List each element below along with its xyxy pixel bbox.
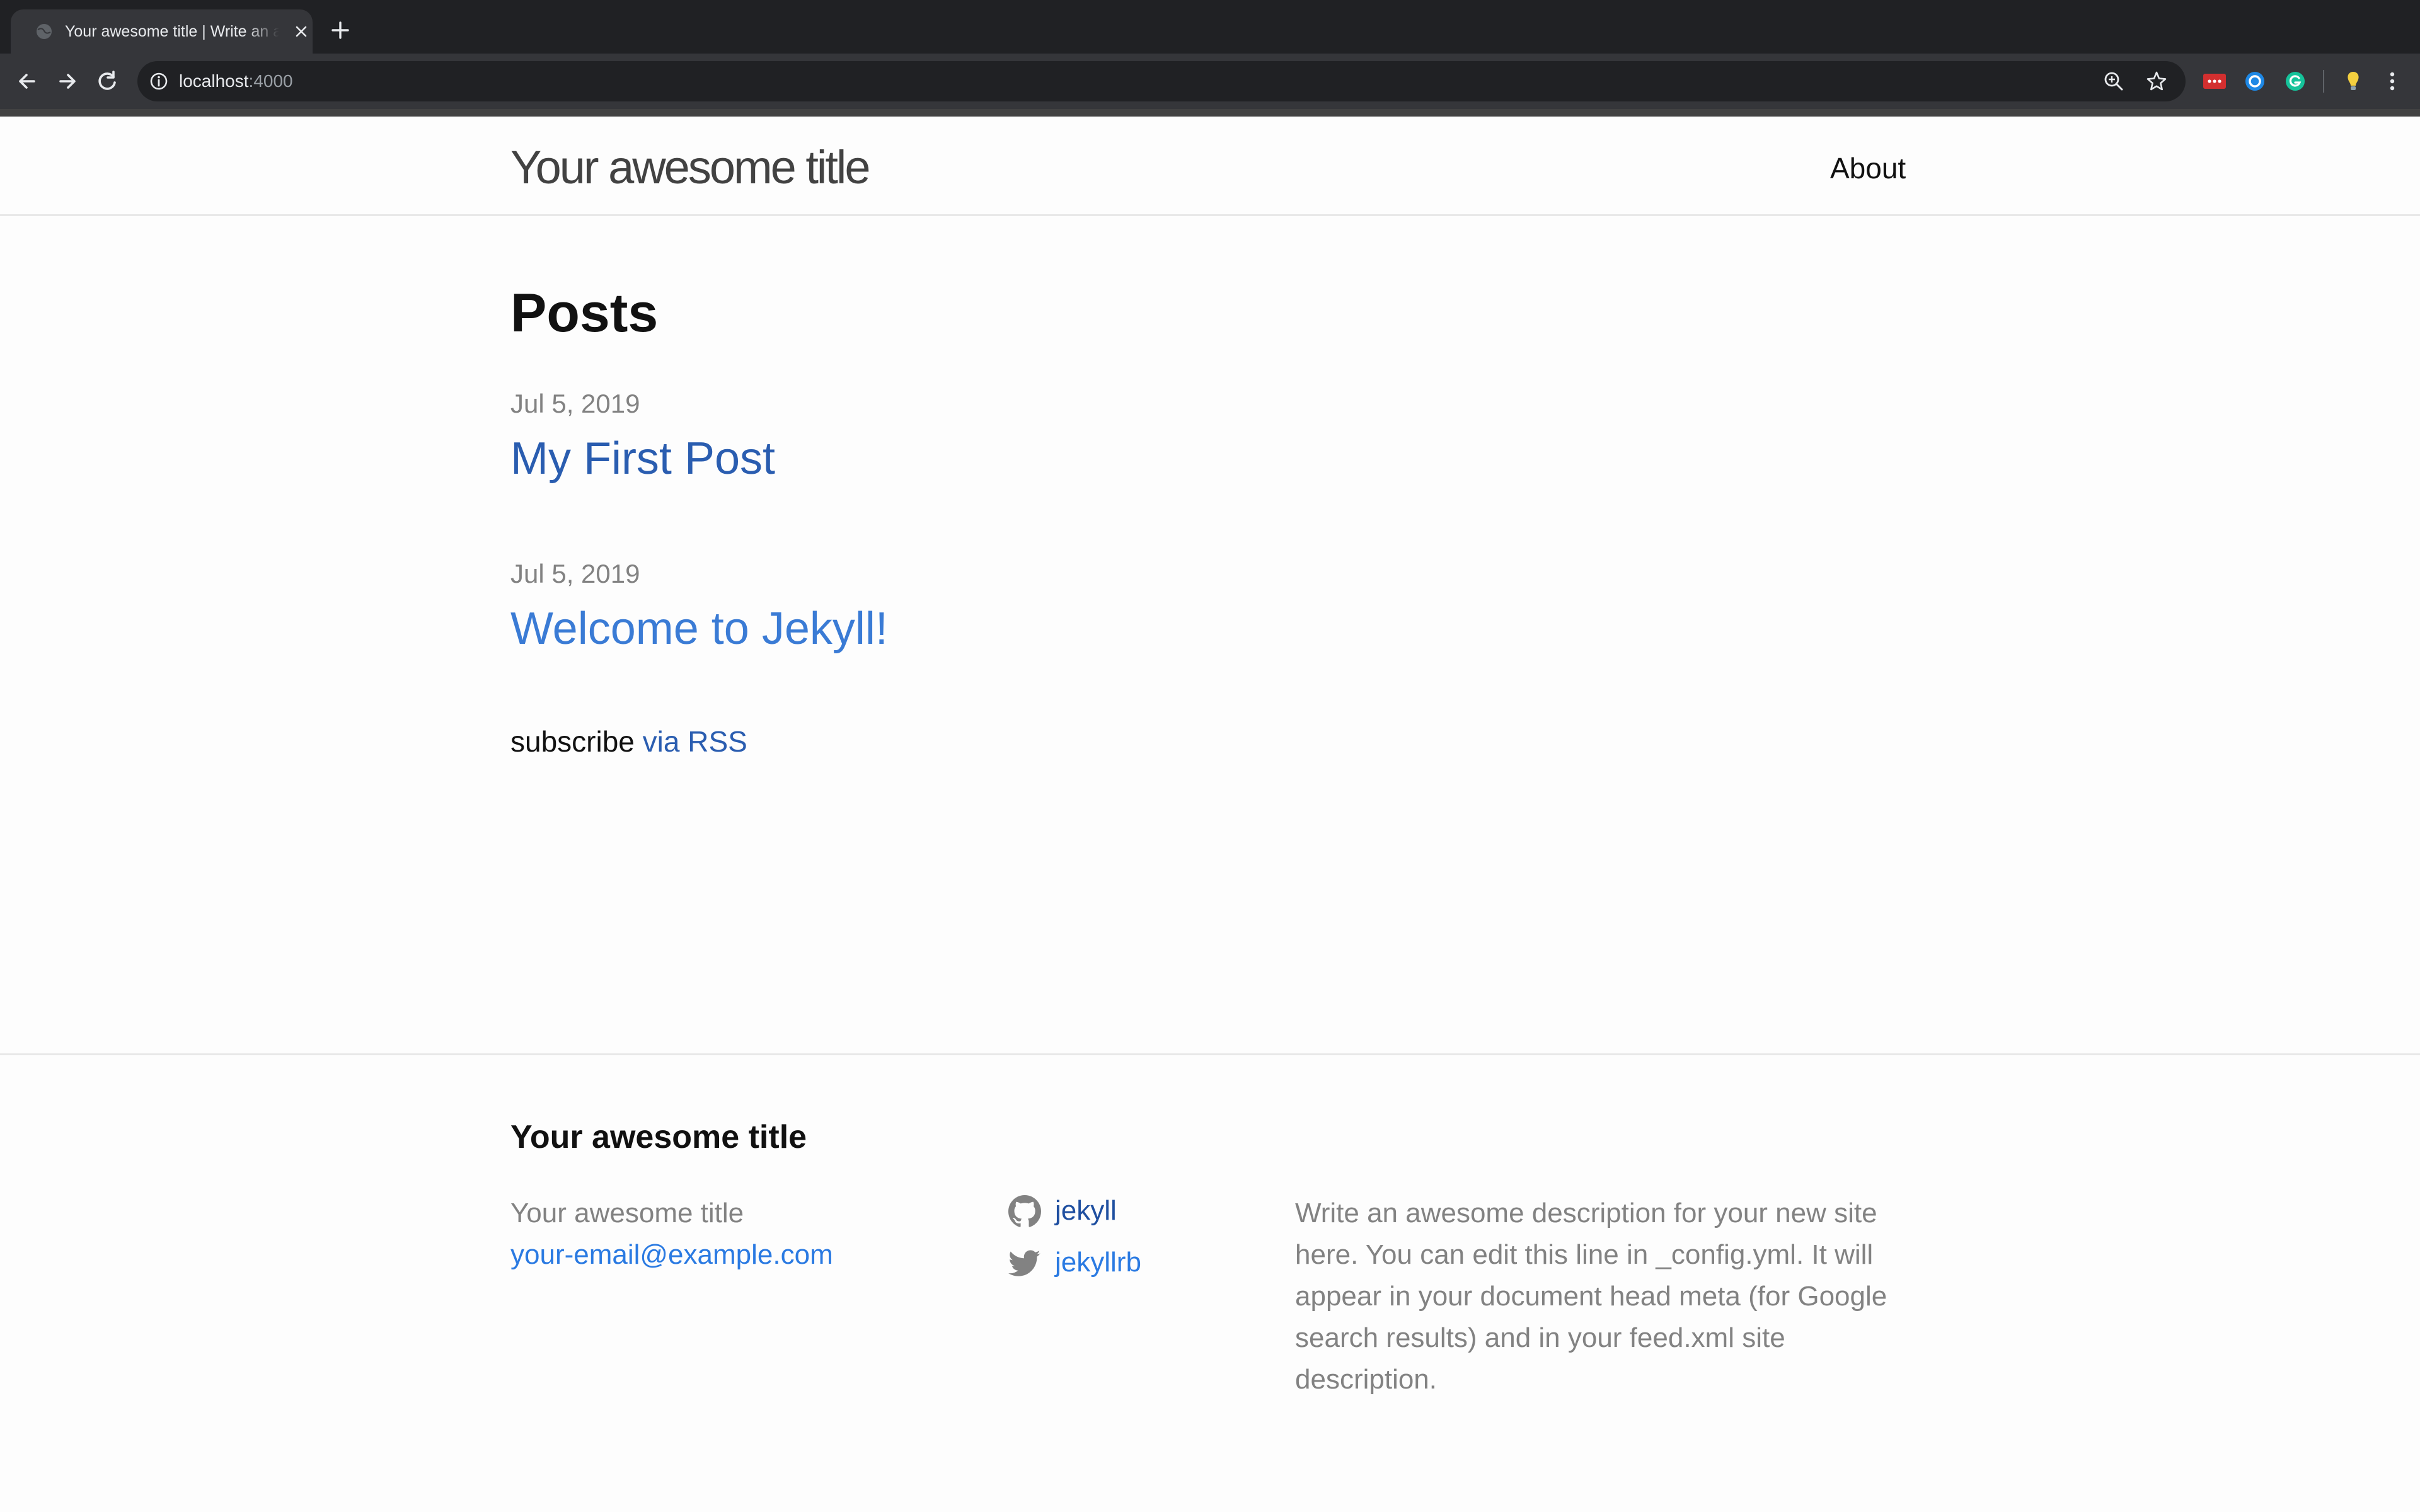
profile-avatar-icon[interactable] <box>2339 67 2367 95</box>
zoom-icon[interactable] <box>2102 70 2125 93</box>
back-arrow-icon[interactable] <box>11 66 43 97</box>
site-footer: Your awesome title Your awesome title yo… <box>0 1053 2420 1512</box>
info-icon[interactable] <box>149 71 169 91</box>
browser-tab[interactable]: Your awesome title | Write an awesome de… <box>11 9 313 54</box>
url-text: localhost:4000 <box>179 61 293 101</box>
extension-grammarly-icon[interactable] <box>2281 67 2309 95</box>
forward-arrow-icon[interactable] <box>52 66 83 97</box>
browser-toolbar: localhost:4000 <box>0 54 2420 109</box>
twitter-icon <box>1008 1250 1040 1276</box>
rss-subscribe: subscribe via RSS <box>510 724 747 759</box>
address-bar[interactable]: localhost:4000 <box>137 61 2186 101</box>
extension-lastpass-icon[interactable] <box>2201 67 2228 95</box>
github-icon <box>1008 1195 1041 1227</box>
post-title-link[interactable]: My First Post <box>510 433 775 484</box>
github-username: jekyll <box>1055 1195 1117 1226</box>
post-item: Jul 5, 2019 My First Post <box>510 389 775 484</box>
url-host: localhost <box>179 71 249 91</box>
post-date: Jul 5, 2019 <box>510 559 640 588</box>
rss-link[interactable]: via RSS <box>643 725 747 758</box>
post-title-link[interactable]: Welcome to Jekyll! <box>510 603 888 655</box>
post-item: Jul 5, 2019 Welcome to Jekyll! <box>510 559 888 655</box>
extension-circle-icon[interactable] <box>2241 67 2269 95</box>
footer-contact: Your awesome title your-email@example.co… <box>510 1193 833 1276</box>
menu-kebab-icon[interactable] <box>2378 67 2406 95</box>
nav-about-link[interactable]: About <box>1830 151 1906 185</box>
browser-chrome: Your awesome title | Write an awesome de… <box>0 0 2420 109</box>
posts-heading: Posts <box>510 283 659 343</box>
footer-heading: Your awesome title <box>510 1119 807 1155</box>
post-date: Jul 5, 2019 <box>510 389 640 418</box>
subscribe-text: subscribe <box>510 725 635 758</box>
twitter-username: jekyllrb <box>1055 1247 1141 1278</box>
footer-site-name: Your awesome title <box>510 1198 744 1228</box>
site-title-link[interactable]: Your awesome title <box>510 140 870 194</box>
site-header: Your awesome title About <box>0 109 2420 216</box>
reload-icon[interactable] <box>92 66 124 97</box>
footer-email-link[interactable]: your-email@example.com <box>510 1239 833 1270</box>
tab-title: Your awesome title | Write an awesome de… <box>65 23 279 40</box>
tab-strip: Your awesome title | Write an awesome de… <box>0 0 2420 54</box>
site-description: Write an awesome description for your ne… <box>1295 1198 1887 1395</box>
toolbar-divider <box>2323 70 2324 93</box>
globe-icon <box>37 24 52 39</box>
new-tab-icon[interactable] <box>329 19 352 42</box>
bookmark-star-icon[interactable] <box>2145 70 2168 93</box>
close-icon[interactable] <box>293 23 309 40</box>
url-port: :4000 <box>248 71 293 91</box>
